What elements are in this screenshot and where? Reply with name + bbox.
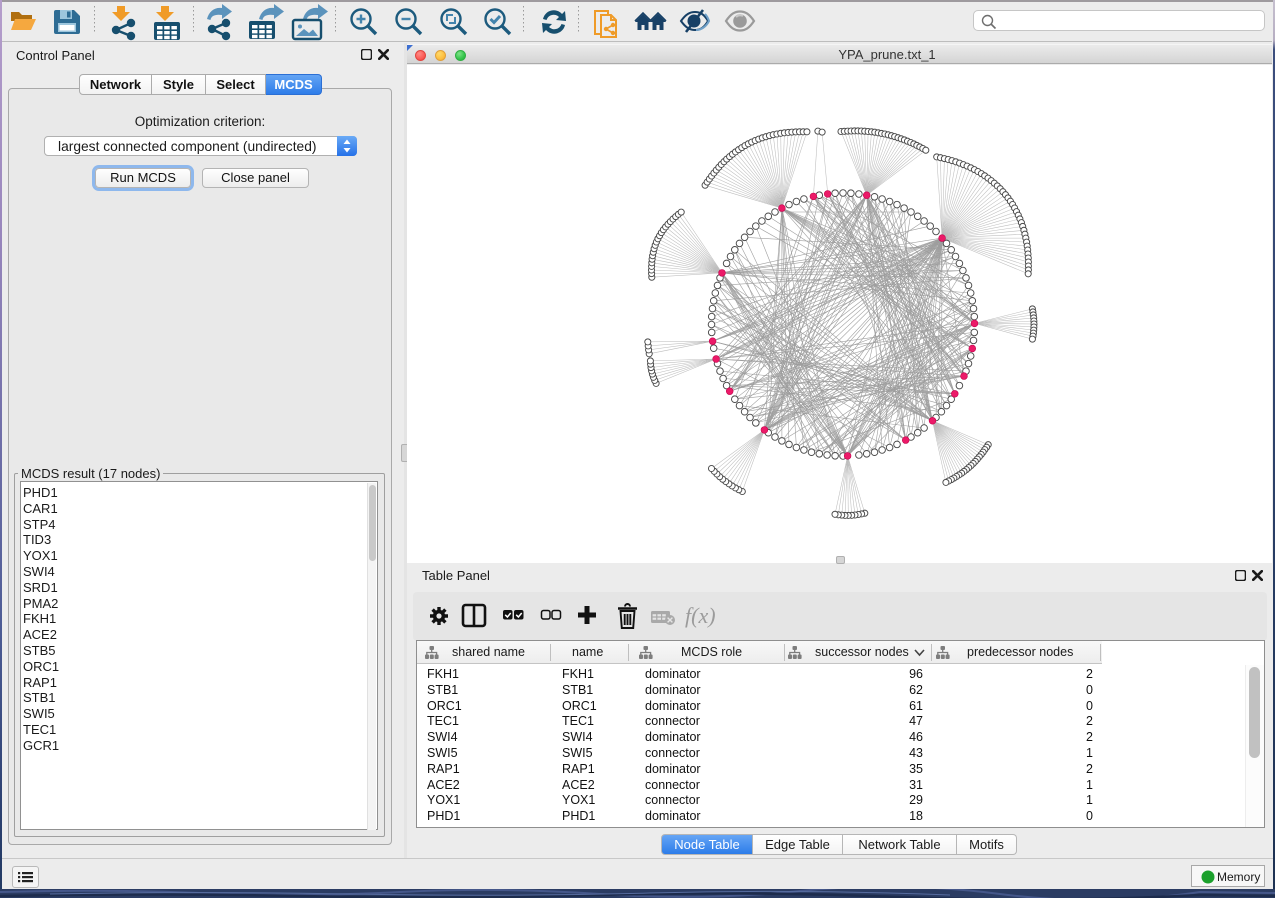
svg-text:f(x): f(x) — [685, 603, 716, 628]
